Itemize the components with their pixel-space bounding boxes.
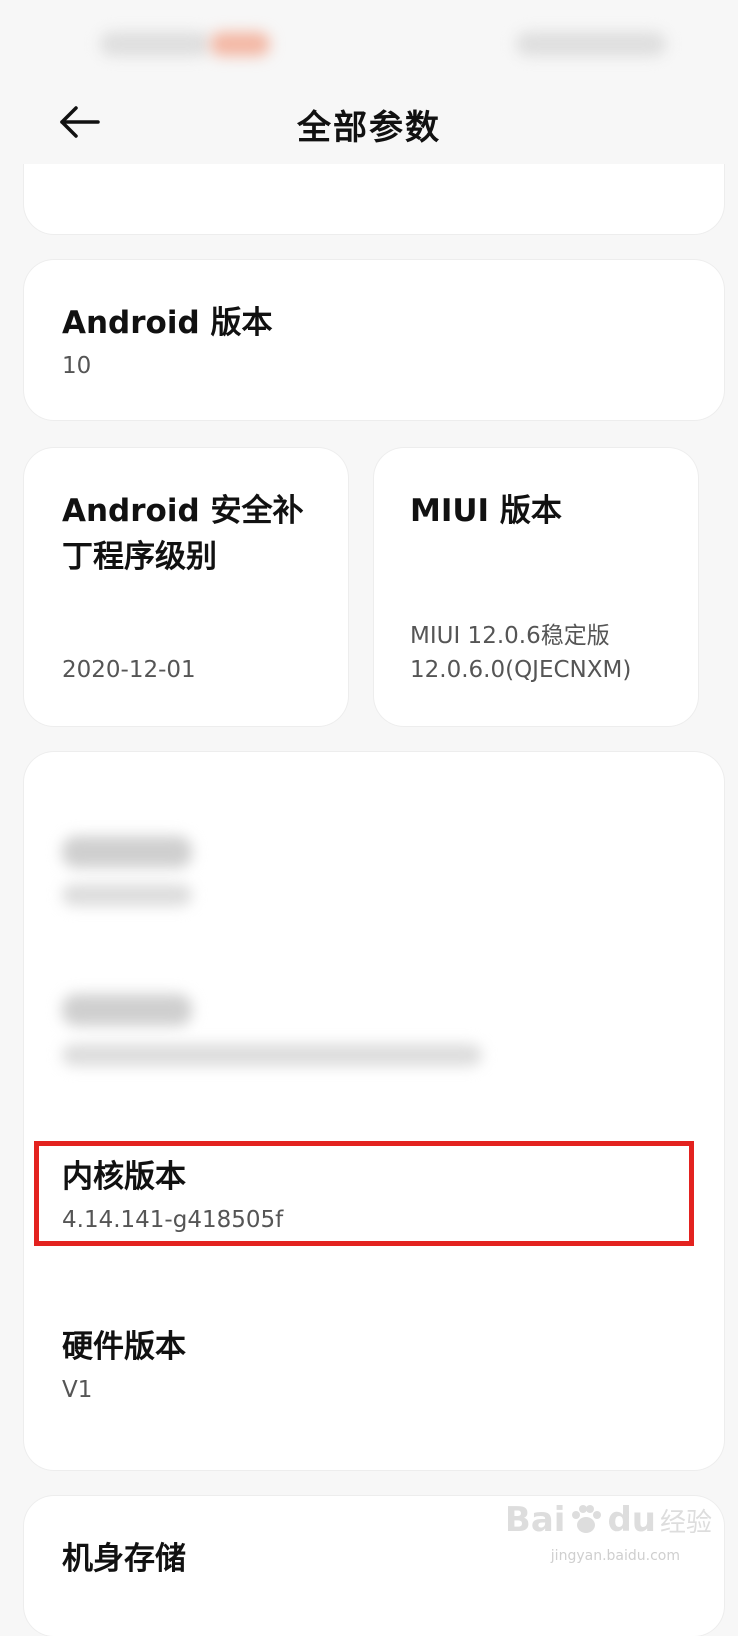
list-item-blurred-1[interactable] — [24, 792, 724, 922]
security-patch-value: 2020-12-01 — [62, 657, 196, 683]
blurred-title-2 — [62, 994, 192, 1026]
status-bar-right-blurred — [516, 32, 666, 56]
android-version-title: Android 版本 — [62, 305, 273, 341]
watermark-cn: 经验 — [659, 1507, 712, 1538]
storage-title: 机身存储 — [62, 1541, 186, 1577]
status-bar-left-blurred — [100, 32, 210, 56]
top-app-bar-overlay: 全部参数 — [0, 84, 738, 164]
page-title-text: 全部参数 — [297, 108, 441, 148]
card-miui-version[interactable]: MIUI 版本 MIUI 12.0.6稳定版 12.0.6.0(QJECNXM) — [374, 448, 698, 726]
status-bar-badge-blurred — [210, 32, 270, 56]
blurred-title-1 — [62, 836, 192, 868]
miui-version-title: MIUI 版本 — [410, 493, 562, 529]
card-security-patch[interactable]: Android 安全补 丁程序级别 2020-12-01 — [24, 448, 348, 726]
security-patch-title-line1: Android 安全补 — [62, 493, 304, 529]
watermark-url: jingyan.baidu.com — [550, 1548, 680, 1564]
miui-version-value-line1: MIUI 12.0.6稳定版 — [410, 623, 610, 649]
status-bar — [0, 0, 738, 84]
blurred-value-1 — [62, 884, 192, 906]
watermark-brand-du: du — [607, 1500, 656, 1540]
miui-version-value-line2: 12.0.6.0(QJECNXM) — [410, 657, 632, 683]
android-version-value: 10 — [62, 353, 92, 379]
highlight-box-kernel-version — [34, 1141, 694, 1246]
list-item-hardware-version[interactable]: 硬件版本 V1 — [24, 1312, 724, 1422]
card-android-version[interactable]: Android 版本 10 — [24, 260, 724, 420]
hardware-version-title: 硬件版本 — [62, 1329, 186, 1365]
list-item-blurred-2[interactable] — [24, 952, 724, 1082]
paw-icon — [572, 1505, 602, 1533]
security-patch-title-line2: 丁程序级别 — [62, 539, 217, 575]
hardware-version-value: V1 — [62, 1377, 93, 1403]
blurred-value-2 — [62, 1044, 482, 1066]
watermark-brand: Bai — [504, 1500, 566, 1540]
card-version-list: 内核版本 4.14.141-g418505f 硬件版本 V1 — [24, 752, 724, 1470]
baidu-watermark: Bai du 经验 — [505, 1490, 712, 1550]
